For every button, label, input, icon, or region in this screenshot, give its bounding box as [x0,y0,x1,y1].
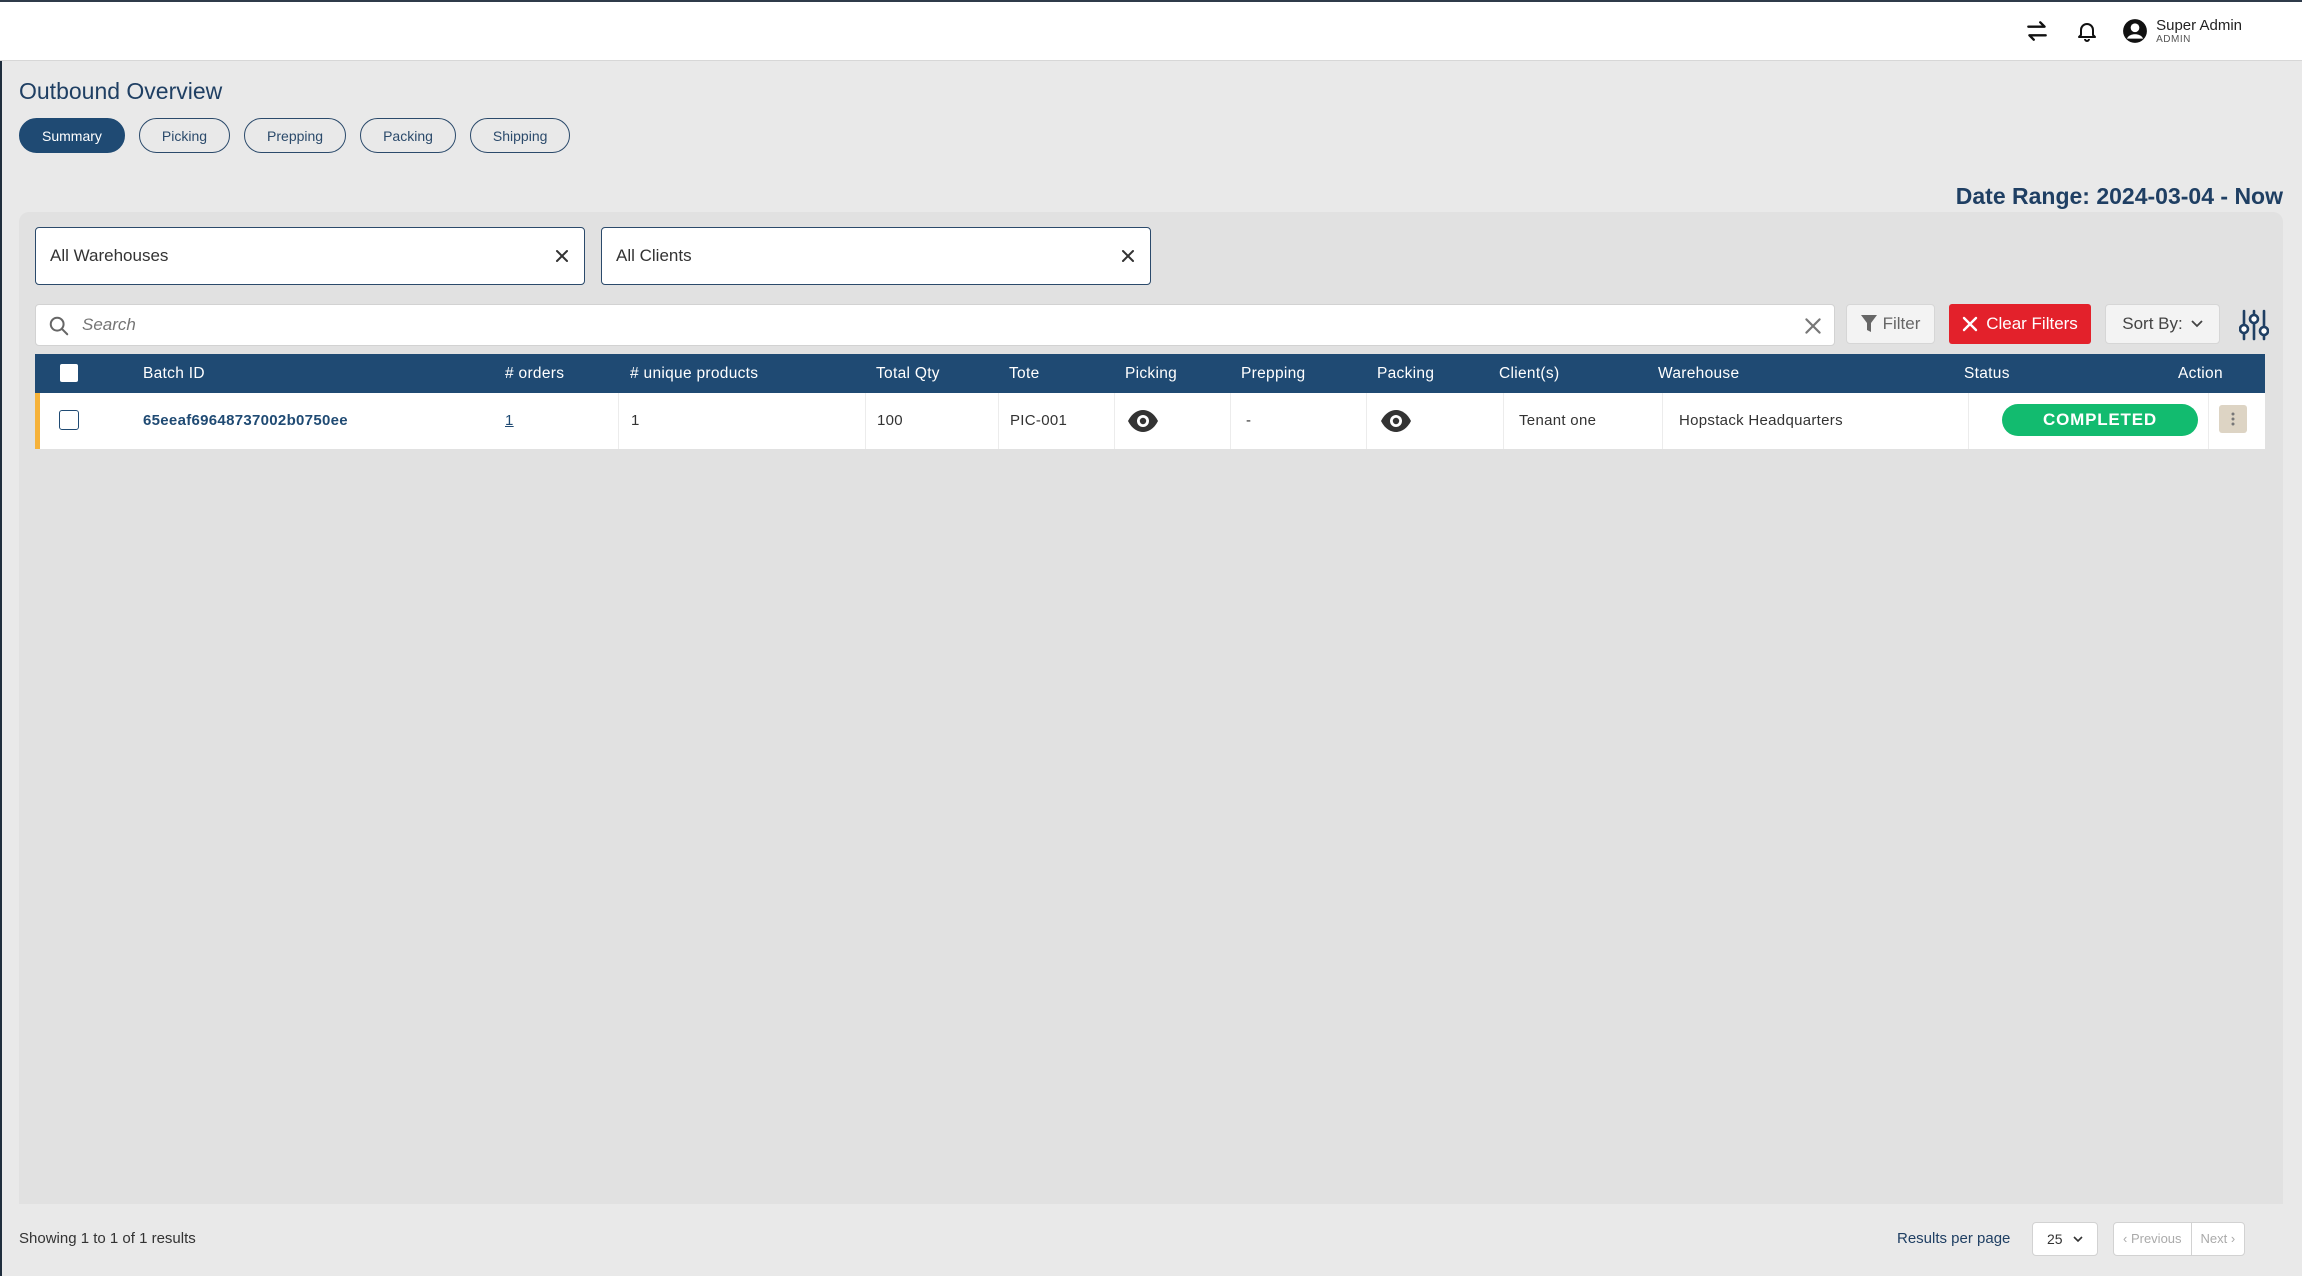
user-circle-icon [2123,19,2148,43]
orders-link[interactable]: 1 [505,393,514,449]
column-header[interactable]: Batch ID [143,354,205,393]
close-icon [1962,316,1978,332]
column-header[interactable]: Status [1964,354,2010,393]
next-label: Next [2200,1231,2228,1246]
funnel-icon [1860,315,1877,332]
unique-products-cell: 1 [618,393,640,449]
clear-filters-button[interactable]: Clear Filters [1949,304,2091,344]
results-per-page-label: Results per page [1897,1230,2011,1247]
column-header: Action [2178,365,2223,382]
column-header[interactable]: Client(s) [1499,354,1559,393]
date-range: Date Range: 2024-03-04 - Now [1955,183,2283,209]
close-icon[interactable] [1802,315,1824,337]
total-qty-cell: 100 [865,393,903,449]
tab-prepping[interactable]: Prepping [244,118,347,153]
close-icon[interactable] [1118,246,1138,266]
row-checkbox[interactable] [59,410,79,430]
action-separator [2208,393,2209,449]
picking-cell [1114,393,1229,449]
search-input[interactable] [80,305,1780,345]
bell-icon[interactable] [2072,16,2102,46]
column-header[interactable]: Tote [1009,354,1040,393]
column-header[interactable]: Total Qty [876,354,940,393]
filter-button-label: Filter [1882,314,1921,333]
tote-cell: PIC-001 [998,393,1067,449]
pager: ‹ Previous Next › [2113,1222,2246,1256]
tab-bar: Summary Picking Prepping Packing Shippin… [19,118,571,153]
filter-button[interactable]: Filter [1846,304,1935,344]
column-header[interactable]: Picking [1125,354,1177,393]
previous-label: Previous [2130,1231,2182,1246]
status-badge: COMPLETED [2002,404,2198,436]
sliders-icon [2239,309,2269,341]
row-action-menu-button[interactable] [2219,405,2247,433]
results-per-page-value: 25 [2047,1231,2063,1247]
warehouse-cell: Hopstack Headquarters [1662,393,1843,449]
sort-by-button[interactable]: Sort By: [2105,304,2220,344]
tab-shipping[interactable]: Shipping [469,118,571,153]
header-actions: Super Admin ADMIN [2022,16,2242,46]
column-header[interactable]: Prepping [1241,354,1305,393]
results-summary: Showing 1 to 1 of 1 results [19,1230,196,1247]
search-bar [35,304,1835,346]
left-edge [0,61,2,1276]
batch-table: Batch ID # orders # unique products Tota… [35,354,2265,449]
user-role: ADMIN [2156,34,2191,45]
pagination-footer: Showing 1 to 1 of 1 results Results per … [0,1220,2302,1276]
user-menu[interactable]: Super Admin ADMIN [2122,17,2242,45]
more-vertical-icon [2231,412,2235,426]
select-all-checkbox[interactable] [59,363,79,383]
page-title: Outbound Overview [19,78,223,104]
user-name: Super Admin [2156,17,2242,34]
column-header[interactable]: # unique products [630,354,758,393]
client-select-value: All Clients [616,246,692,265]
warehouse-select[interactable]: All Warehouses [35,227,585,285]
main-panel: All Warehouses All Clients Filter Clear … [19,212,2283,1204]
top-bar: Super Admin ADMIN [0,0,2302,61]
results-per-page-select[interactable]: 25 [2032,1222,2098,1256]
column-header[interactable]: Warehouse [1658,354,1739,393]
column-header[interactable]: Packing [1377,354,1434,393]
column-header[interactable]: # orders [505,354,564,393]
client-select[interactable]: All Clients [601,227,1151,285]
previous-page-button[interactable]: ‹ Previous [2114,1223,2191,1255]
close-icon[interactable] [552,246,572,266]
warehouse-select-value: All Warehouses [50,246,169,265]
clear-filters-label: Clear Filters [1986,314,2078,333]
table-row: 65eeaf69648737002b0750ee 1 1 100 PIC-001… [35,393,2265,449]
eye-icon[interactable] [1380,409,1412,433]
tab-packing[interactable]: Packing [360,118,456,153]
packing-cell [1366,393,1486,449]
prepping-cell: - [1230,393,1251,449]
switch-icon[interactable] [2022,16,2052,46]
column-settings-button[interactable] [2236,307,2272,343]
batch-id-cell[interactable]: 65eeaf69648737002b0750ee [143,393,348,449]
tab-picking[interactable]: Picking [138,118,231,153]
next-page-button[interactable]: Next › [2190,1223,2245,1255]
status-separator [1968,393,1969,449]
table-header: Batch ID # orders # unique products Tota… [35,354,2265,393]
clients-cell: Tenant one [1503,393,1596,449]
eye-icon[interactable] [1127,409,1159,433]
sort-by-label: Sort By: [2122,314,2183,333]
search-icon [49,316,69,336]
chevron-down-icon [2073,1235,2083,1242]
chevron-down-icon [2191,320,2203,328]
tab-summary[interactable]: Summary [19,118,125,153]
